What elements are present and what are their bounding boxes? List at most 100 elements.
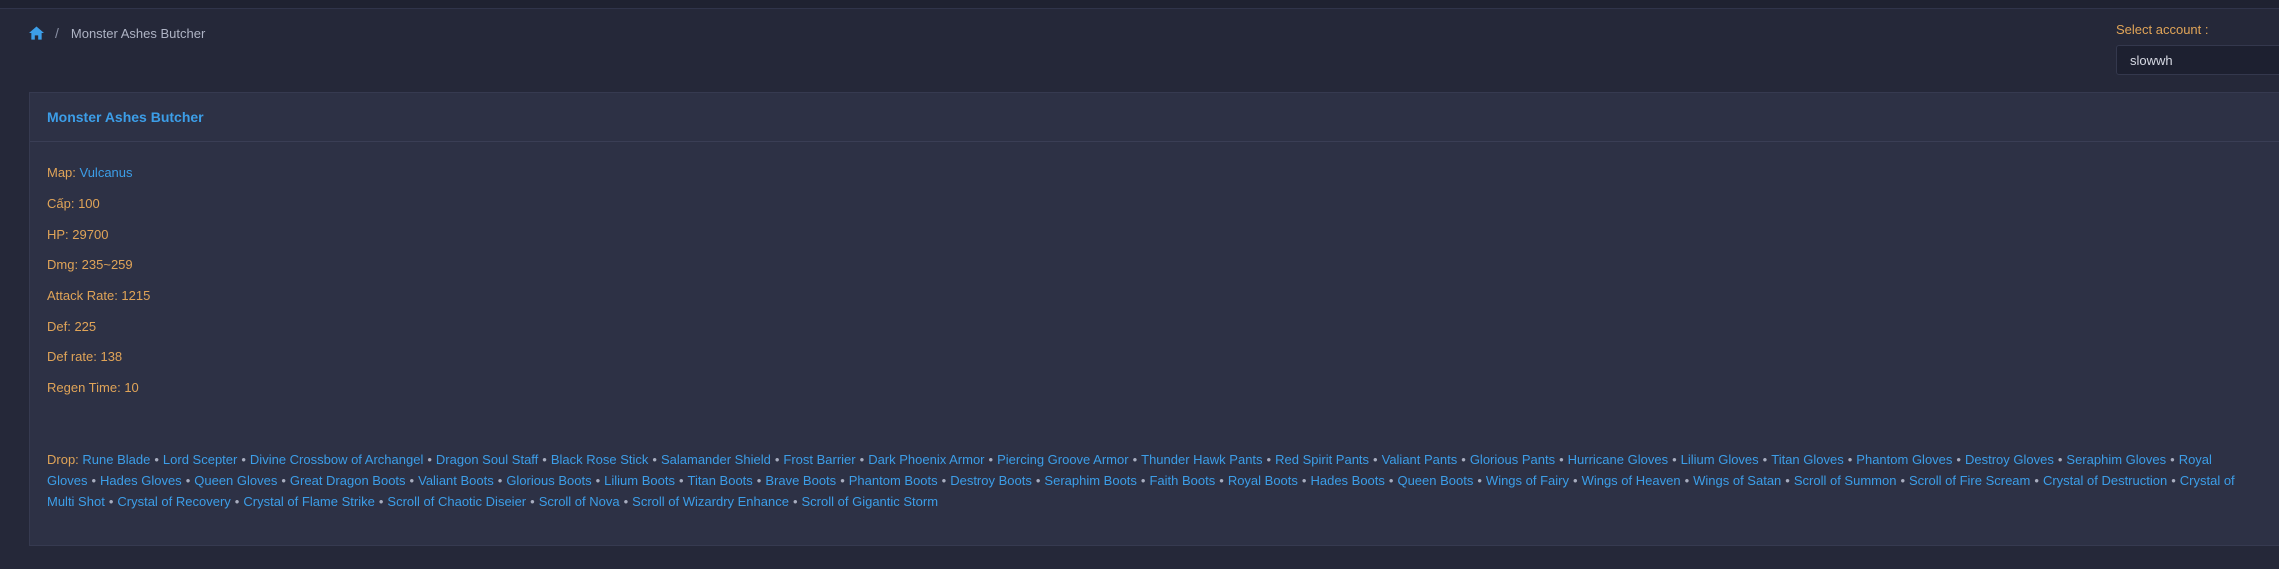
drop-item-link[interactable]: Black Rose Stick bbox=[551, 452, 649, 467]
drop-separator: • bbox=[185, 473, 191, 488]
drop-separator: • bbox=[623, 494, 629, 509]
stat-attack-rate: Attack Rate: 1215 bbox=[47, 288, 151, 303]
breadcrumb-separator: / bbox=[55, 25, 59, 41]
drop-item-link[interactable]: Salamander Shield bbox=[661, 452, 771, 467]
drop-item-link[interactable]: Glorious Boots bbox=[506, 473, 591, 488]
drop-separator: • bbox=[427, 452, 432, 467]
stat-regen-time: Regen Time: 10 bbox=[47, 380, 139, 395]
account-label: Select account : bbox=[2116, 22, 2209, 37]
drop-separator: • bbox=[1140, 473, 1146, 488]
drop-item-link[interactable]: Hades Gloves bbox=[100, 473, 182, 488]
drop-item-link[interactable]: Lilium Gloves bbox=[1681, 452, 1759, 467]
drop-separator: • bbox=[1373, 452, 1378, 467]
drop-item-link[interactable]: Crystal of Flame Strike bbox=[243, 494, 374, 509]
drop-item-link[interactable]: Frost Barrier bbox=[783, 452, 855, 467]
drop-item-link[interactable]: Hades Boots bbox=[1310, 473, 1384, 488]
drop-separator: • bbox=[1219, 473, 1224, 488]
home-icon[interactable] bbox=[29, 26, 44, 40]
drop-item-link[interactable]: Scroll of Wizardry Enhance bbox=[632, 494, 789, 509]
drop-item-link[interactable]: Rune Blade bbox=[82, 452, 150, 467]
drop-separator: • bbox=[792, 494, 798, 509]
drop-separator: • bbox=[1477, 473, 1482, 488]
drop-item-link[interactable]: Seraphim Boots bbox=[1044, 473, 1137, 488]
drop-item-link[interactable]: Scroll of Chaotic Diseier bbox=[387, 494, 526, 509]
drop-separator: • bbox=[1266, 452, 1272, 467]
drop-item-link[interactable]: Destroy Gloves bbox=[1965, 452, 2054, 467]
drop-item-link[interactable]: Piercing Groove Armor bbox=[997, 452, 1129, 467]
drop-item-link[interactable]: Glorious Pants bbox=[1470, 452, 1555, 467]
account-selector: Select account : slowwh bbox=[2116, 22, 2279, 75]
drop-item-link[interactable]: Lord Scepter bbox=[163, 452, 237, 467]
drop-separator: • bbox=[756, 473, 762, 488]
drop-list: Drop: Rune Blade • Lord Scepter • Divine Cro… bbox=[47, 449, 2257, 512]
drop-separator: • bbox=[1573, 473, 1578, 488]
drop-item-link[interactable]: Phantom Gloves bbox=[1856, 452, 1952, 467]
drop-items: Rune Blade • Lord Scepter • Divine Crossbow … bbox=[47, 452, 2235, 509]
drop-item-link[interactable]: Dragon Soul Staff bbox=[436, 452, 538, 467]
drop-item-link[interactable]: Lilium Boots bbox=[604, 473, 675, 488]
drop-separator: • bbox=[1461, 452, 1466, 467]
drop-separator: • bbox=[840, 473, 845, 488]
drop-item-link[interactable]: Valiant Boots bbox=[418, 473, 494, 488]
drop-item-link[interactable]: Crystal of Recovery bbox=[117, 494, 230, 509]
drop-separator: • bbox=[154, 452, 159, 467]
drop-item-link[interactable]: Scroll of Summon bbox=[1794, 473, 1897, 488]
drop-separator: • bbox=[91, 473, 97, 488]
drop-separator: • bbox=[2034, 473, 2039, 488]
drop-item-link[interactable]: Wings of Fairy bbox=[1486, 473, 1569, 488]
drop-separator: • bbox=[241, 452, 246, 467]
stat-defense-rate: Def rate: 138 bbox=[47, 349, 123, 364]
drop-item-link[interactable]: Valiant Pants bbox=[1382, 452, 1458, 467]
drop-separator: • bbox=[409, 473, 415, 488]
drop-item-link[interactable]: Great Dragon Boots bbox=[290, 473, 406, 488]
drop-item-link[interactable]: Queen Boots bbox=[1397, 473, 1473, 488]
top-bar bbox=[0, 0, 2279, 9]
drop-item-link[interactable]: Brave Boots bbox=[765, 473, 836, 488]
drop-separator: • bbox=[1035, 473, 1041, 488]
account-select[interactable]: slowwh bbox=[2116, 45, 2279, 75]
drop-separator: • bbox=[1672, 452, 1677, 467]
drop-separator: • bbox=[1388, 473, 1394, 488]
drop-item-link[interactable]: Queen Gloves bbox=[194, 473, 277, 488]
drop-item-link[interactable]: Crystal of Destruction bbox=[2043, 473, 2167, 488]
drop-separator: • bbox=[497, 473, 503, 488]
drop-separator: • bbox=[542, 452, 547, 467]
drop-separator: • bbox=[378, 494, 384, 509]
drop-label: Drop: bbox=[47, 452, 83, 467]
drop-separator: • bbox=[108, 494, 114, 509]
drop-item-link[interactable]: Scroll of Fire Scream bbox=[1909, 473, 2030, 488]
drop-separator: • bbox=[595, 473, 601, 488]
drop-item-link[interactable]: Scroll of Nova bbox=[539, 494, 620, 509]
drop-item-link[interactable]: Wings of Satan bbox=[1693, 473, 1781, 488]
drop-separator: • bbox=[530, 494, 535, 509]
drop-separator: • bbox=[1956, 452, 1961, 467]
drop-item-link[interactable]: Titan Gloves bbox=[1771, 452, 1844, 467]
drop-item-link[interactable]: Seraphim Gloves bbox=[2066, 452, 2166, 467]
drop-separator: • bbox=[281, 473, 286, 488]
drop-item-link[interactable]: Destroy Boots bbox=[950, 473, 1032, 488]
drop-separator: • bbox=[1301, 473, 1307, 488]
drop-item-link[interactable]: Wings of Heaven bbox=[1582, 473, 1681, 488]
drop-separator: • bbox=[859, 452, 865, 467]
stat-level: Cấp: 100 bbox=[47, 196, 100, 211]
stat-hp: HP: 29700 bbox=[47, 227, 109, 242]
drop-item-link[interactable]: Royal Boots bbox=[1228, 473, 1298, 488]
stat-map: Map: Vulcanus bbox=[47, 165, 133, 180]
breadcrumb-current: Monster Ashes Butcher bbox=[70, 25, 206, 41]
drop-item-link[interactable]: Phantom Boots bbox=[849, 473, 938, 488]
breadcrumb: / Monster Ashes Butcher bbox=[29, 24, 205, 42]
drop-item-link[interactable]: Divine Crossbow of Archangel bbox=[250, 452, 423, 467]
drop-separator: • bbox=[1132, 452, 1138, 467]
drop-separator: • bbox=[2170, 452, 2175, 467]
drop-item-link[interactable]: Hurricane Gloves bbox=[1568, 452, 1668, 467]
drop-separator: • bbox=[678, 473, 684, 488]
map-link[interactable]: Vulcanus bbox=[80, 165, 133, 180]
drop-item-link[interactable]: Titan Boots bbox=[688, 473, 753, 488]
drop-separator: • bbox=[1785, 473, 1790, 488]
drop-item-link[interactable]: Scroll of Gigantic Storm bbox=[802, 494, 939, 509]
drop-item-link[interactable]: Faith Boots bbox=[1149, 473, 1215, 488]
drop-item-link[interactable]: Thunder Hawk Pants bbox=[1141, 452, 1262, 467]
drop-item-link[interactable]: Red Spirit Pants bbox=[1275, 452, 1369, 467]
drop-item-link[interactable]: Dark Phoenix Armor bbox=[868, 452, 984, 467]
drop-separator: • bbox=[2057, 452, 2063, 467]
